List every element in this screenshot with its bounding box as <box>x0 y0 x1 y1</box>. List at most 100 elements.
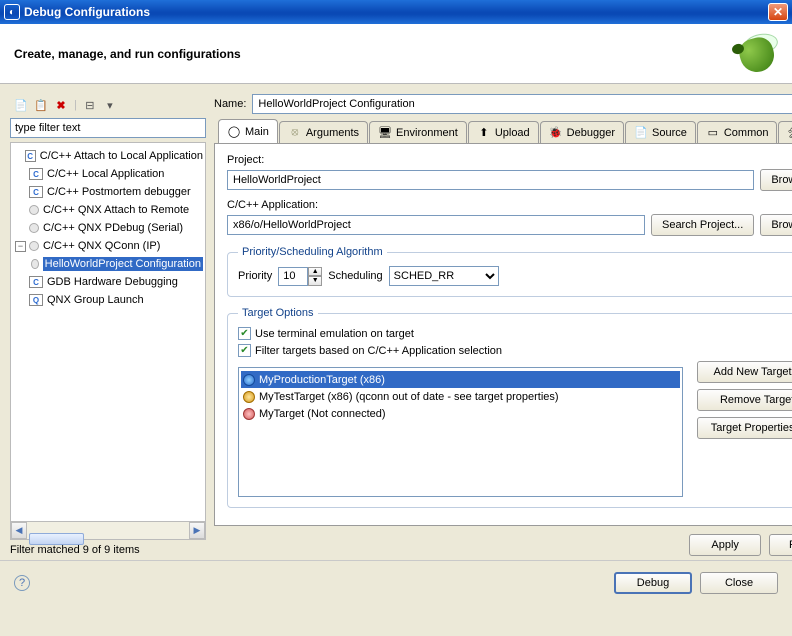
revert-button[interactable]: Revert <box>769 534 792 556</box>
tab-label: Upload <box>495 127 530 139</box>
tree-label: C/C++ Attach to Local Application <box>40 150 203 162</box>
collapse-all-icon[interactable]: ⊟ <box>83 98 97 112</box>
config-tree[interactable]: CC/C++ Attach to Local Application CC/C+… <box>10 142 206 522</box>
source-tab-icon: 📄 <box>634 126 648 140</box>
priority-label: Priority <box>238 270 272 282</box>
tree-label: C/C++ Postmortem debugger <box>47 186 191 198</box>
tree-item-qnx-attach-remote[interactable]: C/C++ QNX Attach to Remote <box>11 201 205 219</box>
window-title: Debug Configurations <box>24 5 768 19</box>
target-icon <box>243 391 255 403</box>
bug-icon <box>722 30 778 78</box>
left-panel: 📄 📋 ✖ | ⊟ ▾ CC/C++ Attach to Local Appli… <box>10 94 206 556</box>
tab-common[interactable]: ▭Common <box>697 121 778 143</box>
priority-legend: Priority/Scheduling Algorithm <box>238 246 387 258</box>
app-icon: ◐ <box>4 4 20 20</box>
tab-environment[interactable]: 🖥Environment <box>369 121 467 143</box>
priority-value[interactable] <box>278 267 308 286</box>
tab-arguments[interactable]: ⦻ Arguments <box>279 121 368 143</box>
target-label: MyProductionTarget (x86) <box>259 374 385 386</box>
right-panel: Name: ◯Main ⦻ Arguments 🖥Environment ⬆Upl… <box>214 94 792 556</box>
scroll-right-icon[interactable]: ▶ <box>189 522 205 539</box>
tab-label: Environment <box>396 127 458 139</box>
priority-fieldset: Priority/Scheduling Algorithm Priority ▲… <box>227 246 792 297</box>
scheduling-label: Scheduling <box>328 270 382 282</box>
search-project-button[interactable]: Search Project... <box>651 214 754 236</box>
tree-item-qnx-group[interactable]: QQNX Group Launch <box>11 291 205 309</box>
tools-tab-icon: 🛠 <box>787 126 792 140</box>
target-options-legend: Target Options <box>238 307 318 319</box>
filter-menu-icon[interactable]: ▾ <box>103 98 117 112</box>
help-icon[interactable]: ? <box>14 575 30 591</box>
remove-target-button[interactable]: Remove Target <box>697 389 792 411</box>
duplicate-config-icon[interactable]: 📋 <box>34 98 48 112</box>
target-item-notconnected[interactable]: MyTarget (Not connected) <box>241 405 680 422</box>
tree-item-qnx-qconn[interactable]: −C/C++ QNX QConn (IP) <box>11 237 205 255</box>
common-tab-icon: ▭ <box>706 126 720 140</box>
content: 📄 📋 ✖ | ⊟ ▾ CC/C++ Attach to Local Appli… <box>0 84 792 560</box>
tree-label: GDB Hardware Debugging <box>47 276 178 288</box>
filter-input[interactable] <box>10 118 206 138</box>
delete-config-icon[interactable]: ✖ <box>54 98 68 112</box>
application-browse-button[interactable]: Browse... <box>760 214 792 236</box>
new-config-icon[interactable]: 📄 <box>14 98 28 112</box>
apply-button[interactable]: Apply <box>689 534 761 556</box>
tab-label: Source <box>652 127 687 139</box>
tree-item-helloworld-config[interactable]: HelloWorldProject Configuration <box>11 255 205 273</box>
close-button[interactable]: Close <box>700 572 778 594</box>
tree-item-qnx-pdebug[interactable]: C/C++ QNX PDebug (Serial) <box>11 219 205 237</box>
tree-hscrollbar[interactable]: ◀ ▶ <box>10 522 206 540</box>
filter-targets-checkbox[interactable]: ✔ Filter targets based on C/C++ Applicat… <box>238 344 792 357</box>
expand-icon[interactable]: − <box>15 241 26 252</box>
scheduling-select[interactable]: SCHED_RR <box>389 266 499 286</box>
tab-label: Debugger <box>567 127 615 139</box>
debugger-tab-icon: 🐞 <box>549 126 563 140</box>
target-item-production[interactable]: MyProductionTarget (x86) <box>241 371 680 388</box>
target-label: MyTestTarget (x86) (qconn out of date - … <box>259 391 559 403</box>
tree-label: C/C++ QNX Attach to Remote <box>43 204 189 216</box>
tree-label: QNX Group Launch <box>47 294 144 306</box>
config-toolbar: 📄 📋 ✖ | ⊟ ▾ <box>10 94 206 116</box>
scroll-left-icon[interactable]: ◀ <box>11 522 27 539</box>
tab-debugger[interactable]: 🐞 Debugger <box>540 121 624 143</box>
checkbox-icon: ✔ <box>238 344 251 357</box>
tree-label: HelloWorldProject Configuration <box>43 257 203 271</box>
add-target-button[interactable]: Add New Target... <box>697 361 792 383</box>
spin-down-icon[interactable]: ▼ <box>308 276 322 286</box>
toolbar-separator: | <box>74 99 77 111</box>
spin-up-icon[interactable]: ▲ <box>308 267 322 277</box>
checkbox-icon: ✔ <box>238 327 251 340</box>
debug-button[interactable]: Debug <box>614 572 692 594</box>
target-icon <box>243 374 255 386</box>
application-label: C/C++ Application: <box>227 199 792 211</box>
target-item-test[interactable]: MyTestTarget (x86) (qconn out of date - … <box>241 388 680 405</box>
tab-tools[interactable]: 🛠Tools <box>778 121 792 143</box>
tree-item-gdb-hw[interactable]: CGDB Hardware Debugging <box>11 273 205 291</box>
tab-label: Main <box>245 126 269 138</box>
target-properties-button[interactable]: Target Properties... <box>697 417 792 439</box>
tree-item-postmortem[interactable]: CC/C++ Postmortem debugger <box>11 183 205 201</box>
page-title: Create, manage, and run configurations <box>14 47 241 61</box>
tab-label: Arguments <box>306 127 359 139</box>
checkbox-label: Filter targets based on C/C++ Applicatio… <box>255 345 502 357</box>
name-label: Name: <box>214 98 246 110</box>
target-label: MyTarget (Not connected) <box>259 408 386 420</box>
target-list[interactable]: MyProductionTarget (x86) MyTestTarget (x… <box>238 367 683 497</box>
tabbar: ◯Main ⦻ Arguments 🖥Environment ⬆Upload 🐞 D… <box>214 120 792 144</box>
titlebar: ◐ Debug Configurations ✕ <box>0 0 792 24</box>
priority-spinner[interactable]: ▲▼ <box>278 267 322 286</box>
arguments-tab-icon: ⦻ <box>288 126 302 140</box>
application-input[interactable] <box>227 215 645 235</box>
tab-main[interactable]: ◯Main <box>218 119 278 143</box>
scroll-thumb[interactable] <box>29 533 84 545</box>
name-input[interactable] <box>252 94 792 114</box>
terminal-emulation-checkbox[interactable]: ✔ Use terminal emulation on target <box>238 327 792 340</box>
project-browse-button[interactable]: Browse... <box>760 169 792 191</box>
target-icon <box>243 408 255 420</box>
project-input[interactable] <box>227 170 754 190</box>
tab-upload[interactable]: ⬆Upload <box>468 121 539 143</box>
tree-item-local-app[interactable]: CC/C++ Local Application <box>11 165 205 183</box>
tab-source[interactable]: 📄 Source <box>625 121 696 143</box>
header: Create, manage, and run configurations <box>0 24 792 84</box>
tree-item-attach-local[interactable]: CC/C++ Attach to Local Application <box>11 147 205 165</box>
close-icon[interactable]: ✕ <box>768 3 788 21</box>
